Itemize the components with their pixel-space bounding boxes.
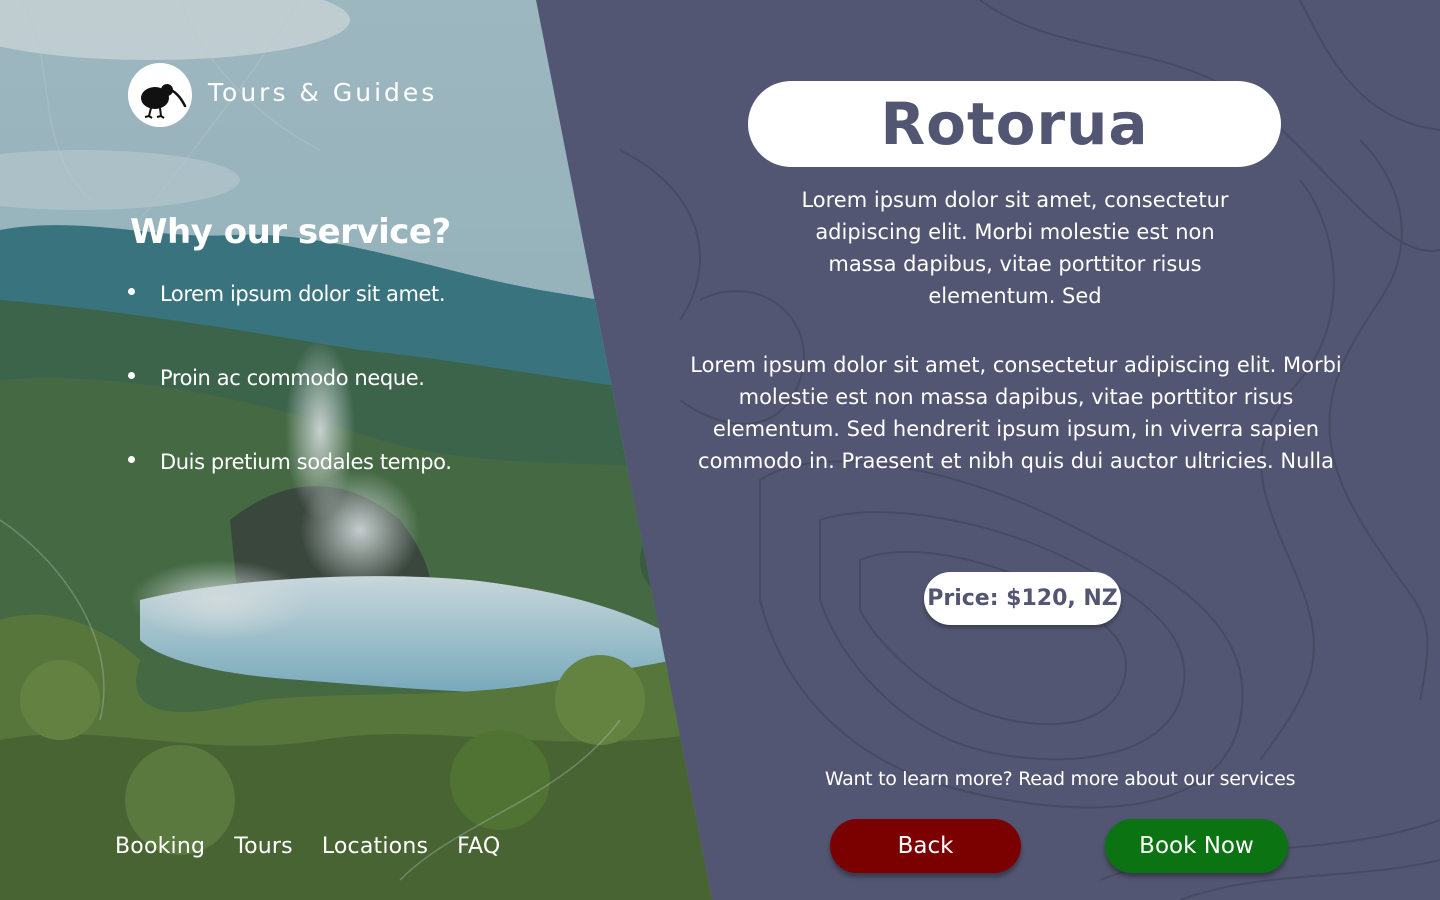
- price-badge: Price: $120, NZ: [924, 572, 1121, 625]
- kiwi-bird-icon: [141, 84, 187, 119]
- bullet-icon: [128, 372, 135, 379]
- tour-summary: Lorem ipsum dolor sit amet, consectetur …: [801, 188, 1229, 308]
- nav-link-locations[interactable]: Locations: [322, 834, 428, 859]
- nav-link-faq[interactable]: FAQ: [457, 834, 500, 859]
- bullet-icon: [128, 456, 135, 463]
- tour-description: Lorem ipsum dolor sit amet, consectetur …: [690, 353, 1342, 473]
- nav-link-booking[interactable]: Booking: [115, 834, 205, 859]
- learn-more-link[interactable]: Want to learn more? Read more about our …: [820, 768, 1300, 790]
- nav-link-tours[interactable]: Tours: [234, 834, 293, 859]
- book-now-button[interactable]: Book Now: [1105, 819, 1288, 873]
- bullet-icon: [128, 288, 135, 295]
- footer-nav: Booking Tours Locations FAQ: [115, 834, 529, 859]
- logo[interactable]: [128, 63, 192, 127]
- why-heading: Why our service?: [130, 212, 451, 252]
- back-button[interactable]: Back: [830, 819, 1021, 873]
- brand-name: Tours & Guides: [208, 78, 438, 107]
- tour-title: Rotorua: [748, 81, 1281, 167]
